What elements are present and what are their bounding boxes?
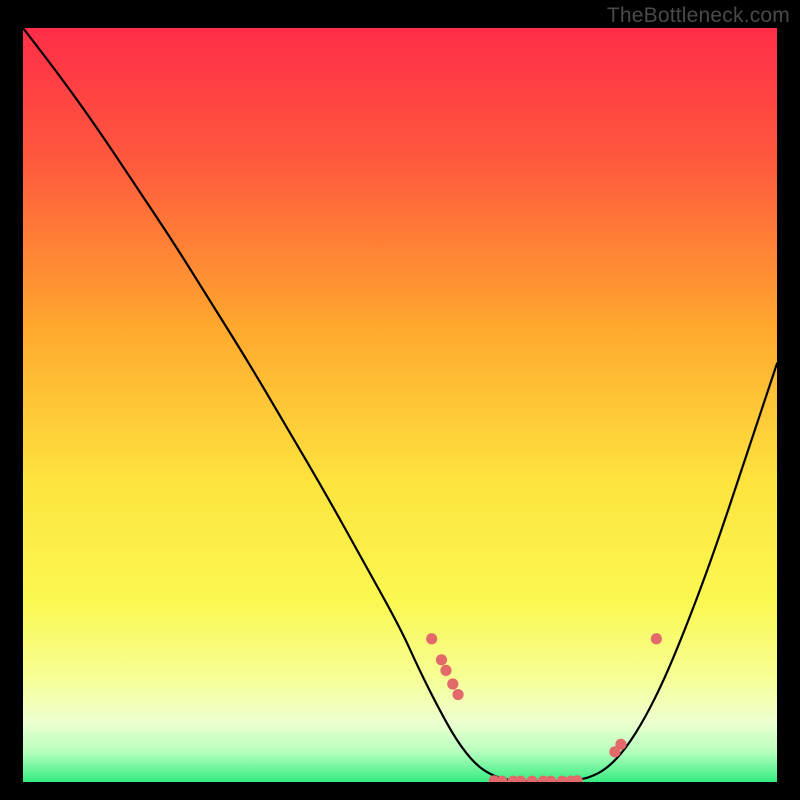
data-marker: [447, 678, 458, 689]
chart-frame: TheBottleneck.com: [0, 0, 800, 800]
data-marker: [436, 654, 447, 665]
data-marker: [440, 665, 451, 676]
data-marker: [426, 633, 437, 644]
watermark-text: TheBottleneck.com: [607, 4, 790, 28]
plot-area: [23, 28, 777, 782]
data-marker: [651, 633, 662, 644]
data-marker: [615, 739, 626, 750]
data-marker: [452, 689, 463, 700]
gradient-background: [23, 28, 777, 782]
chart-svg: [23, 28, 777, 782]
